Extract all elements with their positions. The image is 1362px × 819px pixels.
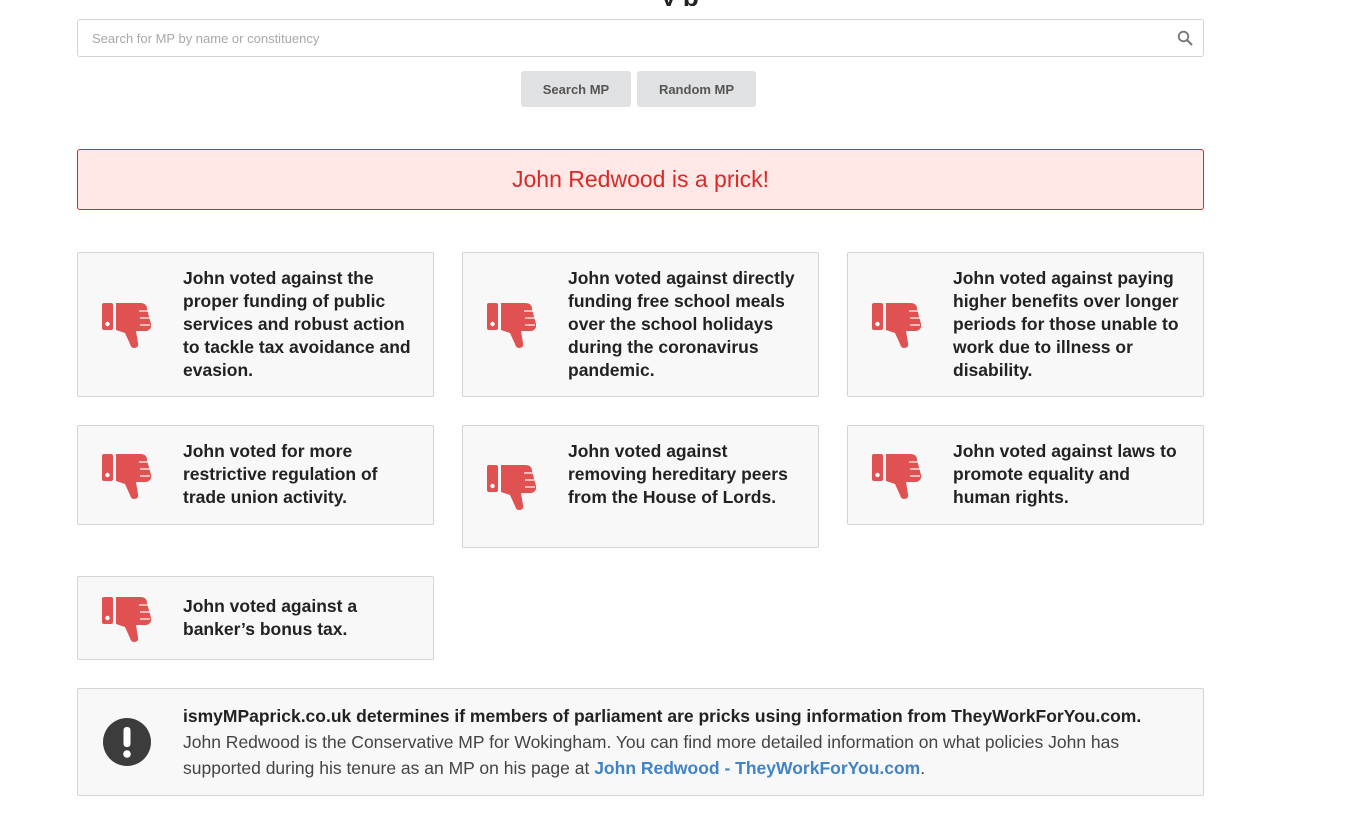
- info-header: ismyMPaprick.co.uk determines if members…: [183, 706, 1142, 726]
- vote-card: John voted against paying higher benefit…: [847, 252, 1204, 397]
- vote-card: John voted for more restrictive regulati…: [77, 425, 434, 525]
- vote-card: John voted against directly funding free…: [462, 252, 819, 397]
- page-title-fragment: y p: [540, 0, 820, 6]
- verdict-alert: John Redwood is a prick!: [77, 149, 1204, 210]
- vote-text: John voted against removing hereditary p…: [568, 441, 788, 507]
- vote-card: John voted against removing hereditary p…: [462, 425, 819, 548]
- vote-text: John voted against a banker’s bonus tax.: [183, 596, 358, 639]
- vote-card: John voted against the proper funding of…: [77, 252, 434, 397]
- thumbs-down-icon: [100, 297, 156, 353]
- vote-card: John voted against a banker’s bonus tax.: [77, 576, 434, 660]
- vote-text: John voted against laws to promote equal…: [953, 441, 1177, 507]
- info-content: ismyMPaprick.co.uk determines if members…: [183, 703, 1183, 781]
- search-input[interactable]: [78, 20, 1167, 56]
- thumbs-down-icon: [485, 297, 541, 353]
- theyworkforyou-link[interactable]: John Redwood - TheyWorkForYou.com: [594, 758, 920, 778]
- exclamation-circle-icon: [102, 717, 152, 767]
- vote-text: John voted for more restrictive regulati…: [183, 441, 378, 507]
- thumbs-down-icon: [100, 591, 156, 647]
- thumbs-down-icon: [485, 459, 541, 515]
- info-trailing: .: [920, 758, 926, 778]
- vote-text: John voted against paying higher benefit…: [953, 268, 1179, 380]
- info-body: John Redwood is the Conservative MP for …: [183, 729, 1183, 781]
- search-box: [77, 19, 1204, 57]
- vote-card: John voted against laws to promote equal…: [847, 425, 1204, 525]
- vote-text: John voted against directly funding free…: [568, 268, 795, 380]
- search-mp-button[interactable]: Search MP: [521, 71, 631, 107]
- thumbs-down-icon: [100, 448, 156, 504]
- info-box: ismyMPaprick.co.uk determines if members…: [77, 688, 1204, 796]
- thumbs-down-icon: [870, 448, 926, 504]
- random-mp-button[interactable]: Random MP: [637, 71, 756, 107]
- thumbs-down-icon: [870, 297, 926, 353]
- verdict-text: John Redwood is a prick!: [512, 166, 769, 192]
- vote-text: John voted against the proper funding of…: [183, 268, 411, 380]
- search-icon[interactable]: [1167, 20, 1203, 56]
